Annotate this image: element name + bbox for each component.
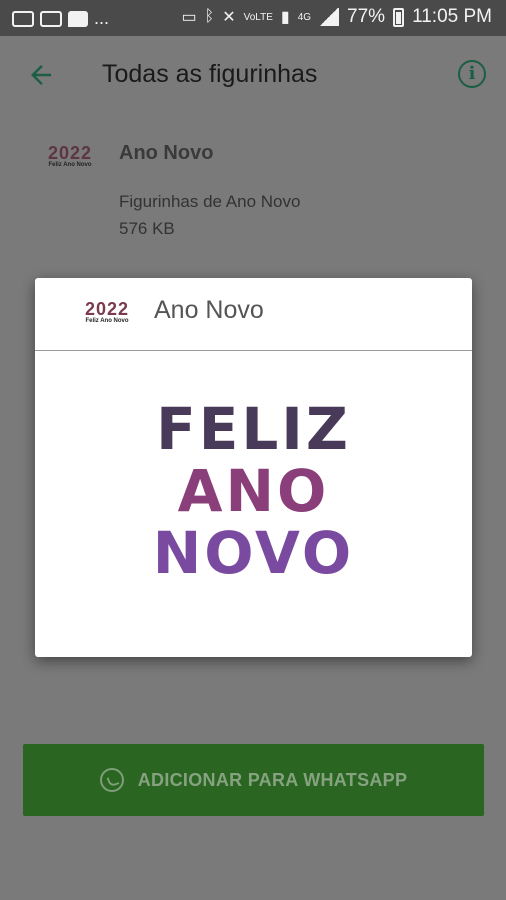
thumbnail-year: 2022 [84, 299, 130, 319]
sticker-text-line: FELIZ [156, 395, 351, 463]
info-icon[interactable]: i [458, 60, 486, 88]
battery-percent: 77% [347, 6, 386, 27]
notification-icon [12, 10, 34, 27]
battery-icon [393, 7, 405, 27]
thumbnail-subtitle: Feliz Ano Novo [85, 318, 129, 324]
thumbnail-subtitle: Feliz Ano Novo [48, 162, 92, 168]
mute-icon: ✕ [222, 9, 236, 26]
clock: 11:05 PM [412, 6, 492, 27]
whatsapp-icon [99, 768, 124, 792]
overflow-indicator: ... [94, 8, 110, 28]
back-arrow-icon[interactable] [26, 60, 56, 90]
page-title: Todas as figurinhas [102, 60, 318, 88]
pack-name: Ano Novo [119, 142, 214, 164]
message-icon [68, 10, 88, 27]
pack-description: Figurinhas de Ano Novo [119, 192, 301, 211]
sticker-text-line: NOVO [152, 519, 355, 587]
notification-icons: ... [12, 8, 109, 29]
add-to-whatsapp-button[interactable]: ADICIONAR PARA WHATSAPP [23, 744, 484, 816]
sticker-preview-dialog: 2022 Feliz Ano Novo Ano Novo FELIZ ANO N… [35, 278, 472, 657]
status-bar: ... ▭ ᛒ ✕ VoLTE ▮ 4G 77% 11:05 PM [0, 0, 506, 36]
dialog-title: Ano Novo [154, 296, 264, 324]
notification-icon [40, 10, 62, 27]
pack-size: 576 KB [119, 219, 175, 238]
sim-icon: ▮ [280, 9, 290, 26]
thumbnail-year: 2022 [47, 143, 93, 163]
pack-thumbnail: 2022 Feliz Ano Novo [44, 144, 96, 174]
app-bar: Todas as figurinhas i [0, 36, 506, 116]
system-icons: ▭ ᛒ ✕ VoLTE ▮ 4G 77% 11:05 PM [181, 6, 492, 28]
signal-icon [319, 8, 340, 26]
volte-icon: VoLTE [243, 11, 273, 23]
bluetooth-icon: ᛒ [204, 8, 215, 25]
dialog-header: 2022 Feliz Ano Novo Ano Novo [35, 278, 472, 351]
sticker-image[interactable]: FELIZ ANO NOVO [35, 398, 472, 584]
dialog-thumbnail: 2022 Feliz Ano Novo [79, 300, 135, 330]
sticker-text-line: ANO [177, 457, 330, 525]
add-button-label: ADICIONAR PARA WHATSAPP [137, 769, 408, 790]
network-type: 4G [297, 11, 312, 23]
cast-icon: ▭ [181, 9, 197, 26]
